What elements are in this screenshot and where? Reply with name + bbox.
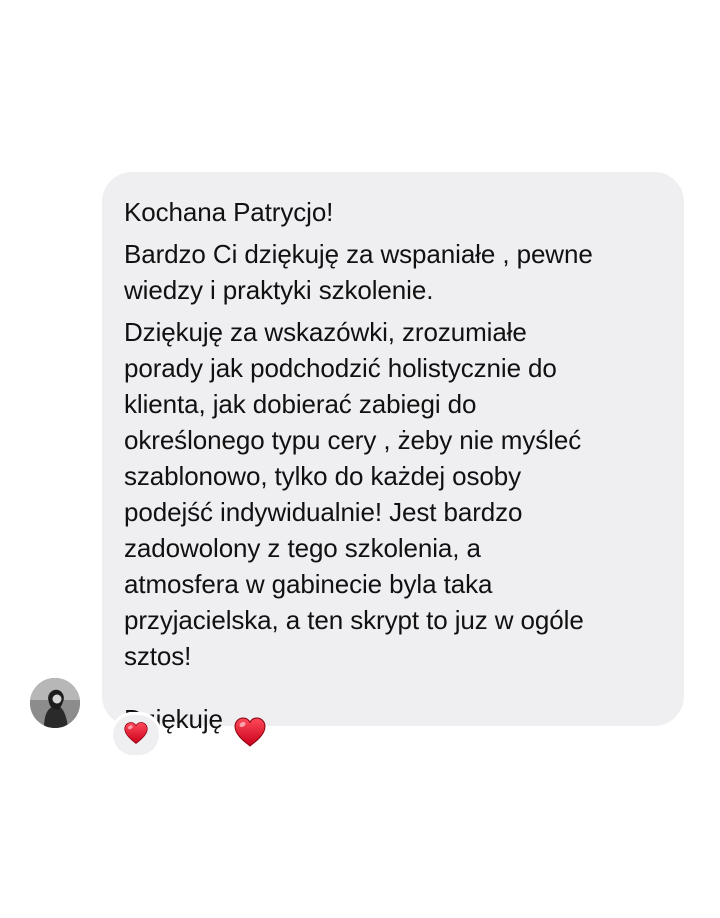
- reaction-badge[interactable]: [110, 712, 162, 758]
- message-paragraph-body: Dziękuję za wskazówki, zrozumiałe porady…: [124, 317, 584, 671]
- red-heart-icon: [233, 680, 267, 757]
- message-closing-line: Dziękuję: [124, 680, 662, 757]
- message-greeting: Kochana Patrycjo!: [124, 197, 334, 227]
- red-heart-icon: [123, 721, 149, 750]
- profile-photo-icon: [30, 678, 80, 728]
- message-bubble[interactable]: Kochana Patrycjo! Bardzo Ci dziękuję za …: [102, 172, 684, 747]
- message-paragraph-thanks: Bardzo Ci dziękuję za wspaniałe , pewne …: [124, 239, 593, 305]
- avatar[interactable]: [30, 678, 80, 728]
